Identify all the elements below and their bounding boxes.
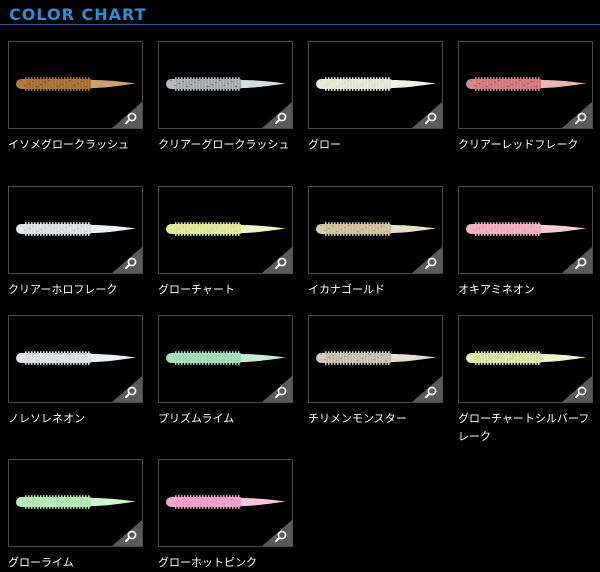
zoom-icon[interactable] <box>262 520 292 546</box>
lure-image <box>16 77 136 91</box>
color-thumbnail[interactable] <box>158 315 293 403</box>
color-name: チリメンモンスター <box>308 412 407 425</box>
lure-image <box>16 222 136 236</box>
lure-image <box>166 77 286 91</box>
color-thumbnail[interactable] <box>158 41 293 129</box>
color-thumbnail[interactable] <box>8 41 143 129</box>
color-name: ノレソレネオン <box>8 412 85 425</box>
lure-image <box>466 222 586 236</box>
zoom-icon[interactable] <box>112 520 142 546</box>
zoom-icon[interactable] <box>262 247 292 273</box>
color-thumbnail[interactable] <box>458 186 593 274</box>
color-thumbnail[interactable] <box>458 41 593 129</box>
color-thumbnail[interactable] <box>308 41 443 129</box>
zoom-icon[interactable] <box>412 102 442 128</box>
lure-image <box>466 77 586 91</box>
lure-image <box>316 222 436 236</box>
lure-image <box>166 351 286 365</box>
color-thumbnail[interactable] <box>8 186 143 274</box>
zoom-icon[interactable] <box>112 376 142 402</box>
color-thumbnail[interactable] <box>308 315 443 403</box>
zoom-icon[interactable] <box>562 376 592 402</box>
color-name: クリアーホロフレーク <box>8 283 118 296</box>
zoom-icon[interactable] <box>562 102 592 128</box>
color-grid: イソメグロークラッシュ クリアーグロークラッシュ グロー クリアーレッドフレーククリア… <box>0 0 600 571</box>
zoom-icon[interactable] <box>112 102 142 128</box>
lure-image <box>466 351 586 365</box>
color-name: クリアーレッドフレーク <box>458 138 579 151</box>
lure-image <box>16 495 136 509</box>
color-name: グローホットピンク <box>158 556 257 569</box>
lure-image <box>166 222 286 236</box>
color-name: グローチャート <box>158 283 235 296</box>
color-thumbnail[interactable] <box>308 186 443 274</box>
zoom-icon[interactable] <box>562 247 592 273</box>
zoom-icon[interactable] <box>412 247 442 273</box>
color-name: イカナゴールド <box>308 283 385 296</box>
lure-image <box>316 77 436 91</box>
color-name: イソメグロークラッシュ <box>8 138 129 151</box>
color-name: クリアーグロークラッシュ <box>158 138 290 151</box>
color-name: グロー <box>308 138 341 151</box>
color-name: プリズムライム <box>158 412 235 425</box>
color-thumbnail[interactable] <box>158 186 293 274</box>
color-thumbnail[interactable] <box>158 459 293 547</box>
zoom-icon[interactable] <box>262 102 292 128</box>
lure-image <box>166 495 286 509</box>
color-name: オキアミネオン <box>458 283 535 296</box>
zoom-icon[interactable] <box>112 247 142 273</box>
color-name: グローライム <box>8 556 74 569</box>
zoom-icon[interactable] <box>412 376 442 402</box>
color-name: グローチャートシルバーフレーク <box>458 412 590 443</box>
lure-image <box>316 351 436 365</box>
color-thumbnail[interactable] <box>8 315 143 403</box>
color-thumbnail[interactable] <box>8 459 143 547</box>
zoom-icon[interactable] <box>262 376 292 402</box>
color-thumbnail[interactable] <box>458 315 593 403</box>
lure-image <box>16 351 136 365</box>
